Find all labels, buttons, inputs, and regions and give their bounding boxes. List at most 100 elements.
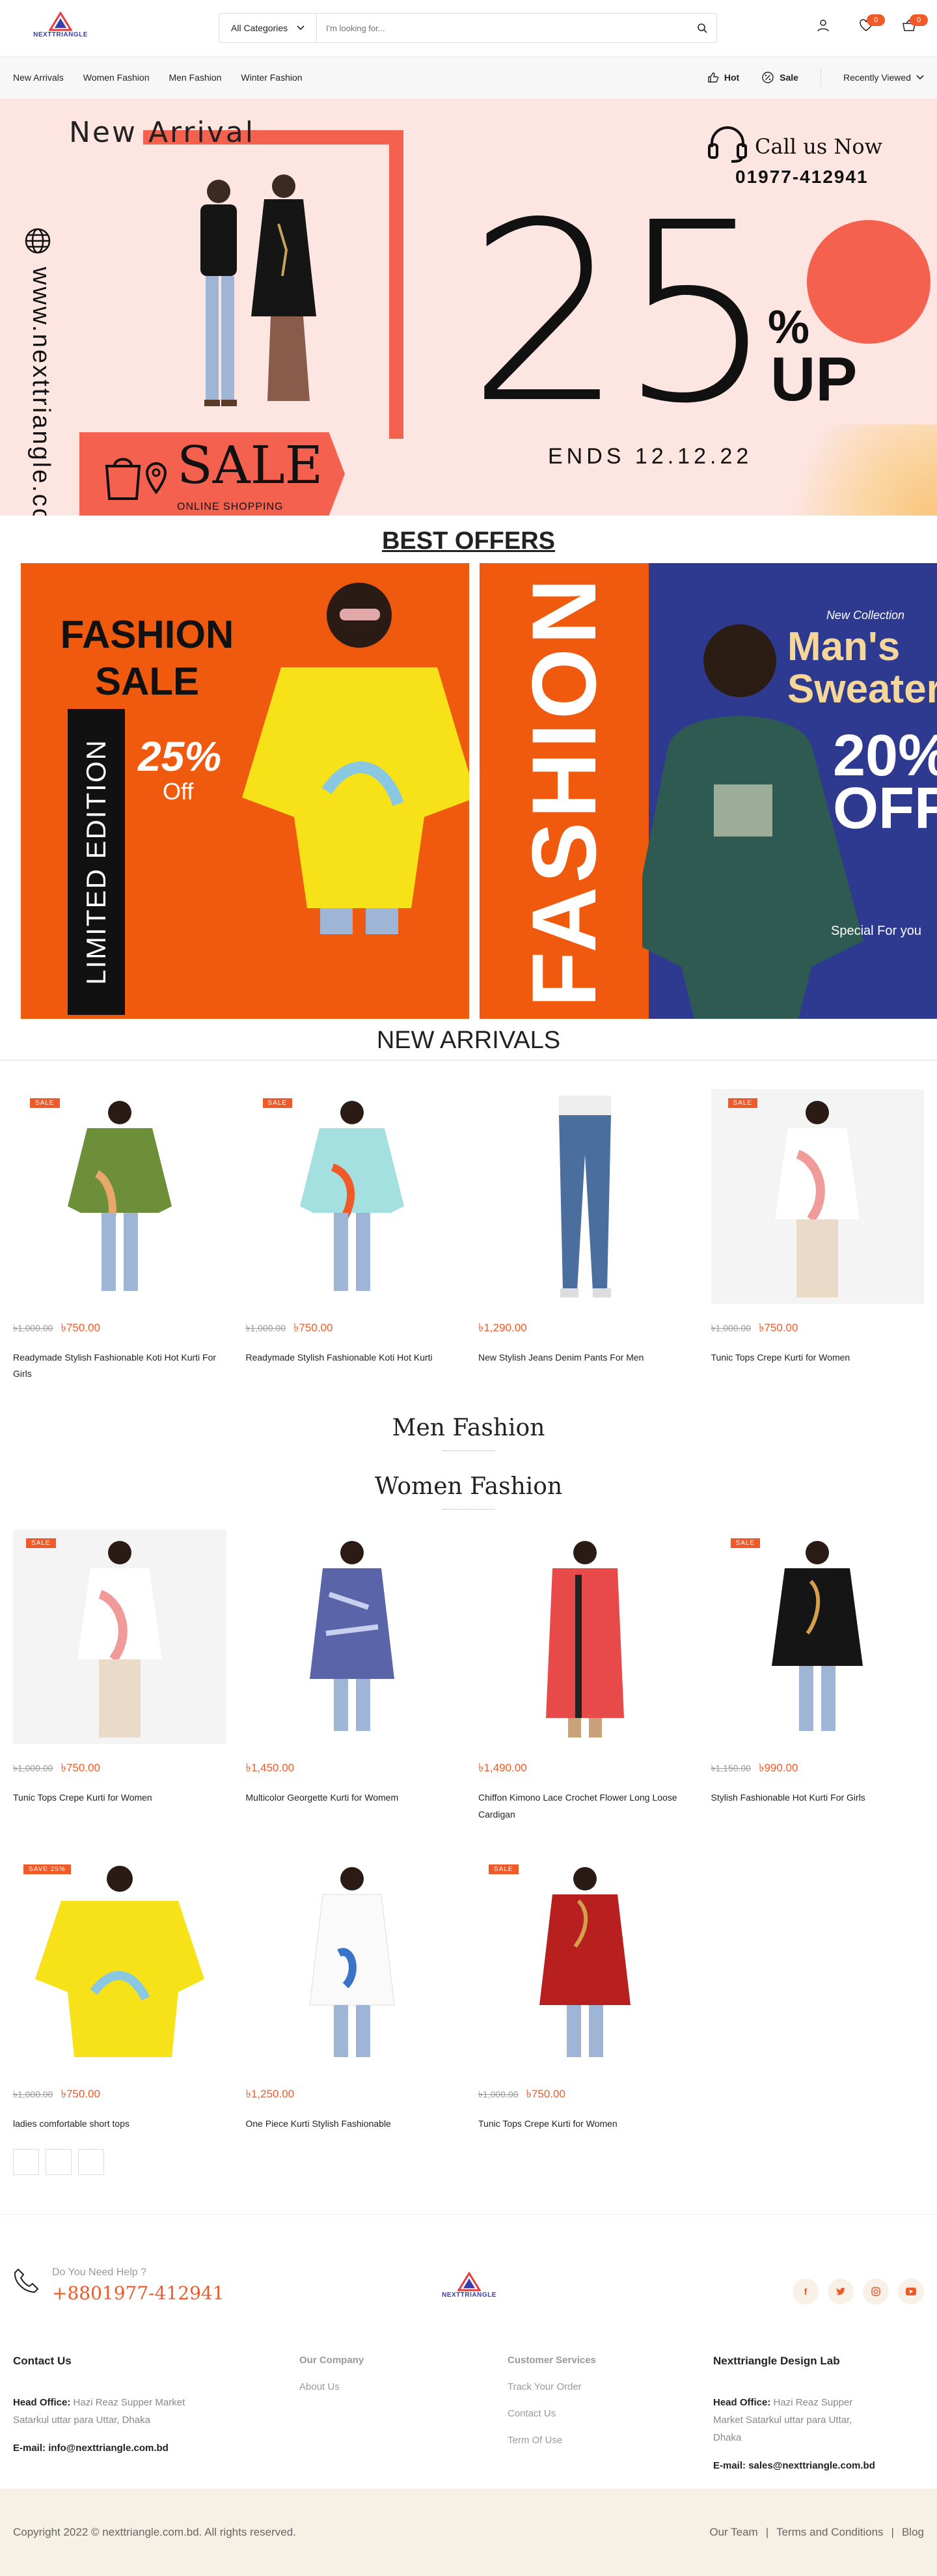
- instagram-icon[interactable]: [863, 2278, 889, 2305]
- product-image[interactable]: [246, 1529, 459, 1744]
- nav-item-women-fashion[interactable]: Women Fashion: [83, 72, 150, 83]
- hero-new-arrival: New Arrival: [69, 116, 255, 149]
- offer-banner-mens-sweater[interactable]: FASHION New Collection Man's Sweater 20%…: [480, 563, 937, 1019]
- twitter-icon[interactable]: [828, 2278, 854, 2305]
- product-name[interactable]: Tunic Tops Crepe Kurti for Women: [13, 1790, 226, 1806]
- help-phone[interactable]: +8801977-412941: [52, 2282, 224, 2304]
- recently-viewed-dropdown[interactable]: Recently Viewed: [843, 72, 924, 83]
- nav-hot-link[interactable]: Hot: [707, 72, 739, 83]
- new-arrivals-title: NEW ARRIVALS: [0, 1019, 937, 1060]
- pagination-button[interactable]: [13, 2148, 39, 2175]
- product-image[interactable]: SALE: [711, 1529, 925, 1744]
- product-card[interactable]: SALE ৳1,000.00 ৳750.00 Tunic Tops Crepe K…: [13, 1529, 226, 1822]
- footer-link-track[interactable]: Track Your Order: [508, 2381, 713, 2392]
- product-name[interactable]: One Piece Kurti Stylish Fashionable: [246, 2116, 459, 2132]
- footer-link-about[interactable]: About Us: [299, 2381, 508, 2392]
- youtube-icon[interactable]: [898, 2278, 924, 2305]
- product-name[interactable]: Chiffon Kimono Lace Crochet Flower Long …: [478, 1790, 692, 1822]
- pagination: [0, 2132, 937, 2175]
- product-image[interactable]: SALE: [711, 1089, 924, 1304]
- facebook-icon[interactable]: f: [793, 2278, 819, 2305]
- search-button[interactable]: [688, 14, 716, 42]
- nav-sale-link[interactable]: Sale: [761, 71, 798, 84]
- product-card[interactable]: SAVE 25% ৳1,000.00 ৳750.00 ladies comfort…: [13, 1855, 226, 2132]
- product-name[interactable]: Multicolor Georgette Kurti for Womem: [246, 1790, 459, 1806]
- product-image[interactable]: SALE: [13, 1089, 226, 1304]
- hero-sale-subtext: ONLINE SHOPPING: [177, 501, 284, 512]
- product-name[interactable]: New Stylish Jeans Denim Pants For Men: [478, 1350, 692, 1366]
- product-image[interactable]: SALE: [478, 1855, 692, 2070]
- footer-lab-office: Head Office: Hazi Reaz Supper Market Sat…: [713, 2394, 876, 2446]
- product-name[interactable]: ladies comfortable short tops: [13, 2116, 226, 2132]
- product-image[interactable]: [478, 1089, 692, 1304]
- search-input[interactable]: [317, 14, 688, 42]
- product-image[interactable]: SALE: [246, 1089, 459, 1304]
- product-image[interactable]: SALE: [13, 1529, 226, 1745]
- product-image[interactable]: SAVE 25%: [13, 1855, 226, 2070]
- hero-decor-blob: [768, 424, 937, 516]
- pagination-button[interactable]: [78, 2148, 104, 2175]
- category-select-label: All Categories: [231, 23, 288, 33]
- limited-edition-strip: LIMITED EDITION: [68, 709, 125, 1015]
- bottom-link-blog[interactable]: Blog: [902, 2526, 924, 2539]
- email-address[interactable]: sales@nexttriangle.com.bd: [748, 2460, 875, 2471]
- banner2-off: OFF: [833, 776, 937, 841]
- pagination-button[interactable]: [46, 2148, 72, 2175]
- link-separator: |: [765, 2526, 769, 2538]
- nav-item-men-fashion[interactable]: Men Fashion: [169, 72, 221, 83]
- cart-button[interactable]: 0: [901, 14, 928, 34]
- banner2-mans-text: Man's: [787, 624, 901, 669]
- nav-sale-label: Sale: [780, 72, 798, 83]
- product-card[interactable]: ৳1,250.00 One Piece Kurti Stylish Fashio…: [246, 1855, 459, 2132]
- product-card[interactable]: ৳1,450.00 Multicolor Georgette Kurti for…: [246, 1529, 459, 1822]
- banner2-left-panel: FASHION: [480, 563, 649, 1019]
- product-photo: [775, 1101, 860, 1297]
- bottom-link-terms[interactable]: Terms and Conditions: [776, 2526, 883, 2539]
- banner2-new-collection: New Collection: [826, 609, 904, 622]
- logo-text: NEXTTRIANGLE: [33, 31, 88, 38]
- product-card[interactable]: ৳1,290.00 New Stylish Jeans Denim Pants …: [478, 1089, 692, 1382]
- footer-link-contact[interactable]: Contact Us: [508, 2408, 713, 2419]
- globe-icon: [25, 228, 51, 254]
- new-arrivals-grid: SALE ৳1,000.00 ৳750.00 Readymade Stylish …: [0, 1060, 937, 1382]
- category-select[interactable]: All Categories: [219, 14, 317, 42]
- current-price: ৳1,250.00: [245, 2087, 295, 2100]
- men-fashion-title: Men Fashion: [392, 1415, 545, 1442]
- help-contact: Do You Need Help ? +8801977-412941: [13, 2267, 224, 2304]
- sale-badge: SALE: [262, 1098, 293, 1108]
- section-divider: [442, 1450, 495, 1452]
- sale-badge: SALE: [489, 1864, 519, 1874]
- wishlist-button[interactable]: 0: [858, 14, 885, 34]
- current-price: ৳1,490.00: [478, 1762, 527, 1775]
- email-address[interactable]: info@nexttriangle.com.bd: [48, 2443, 169, 2454]
- footer-link-terms[interactable]: Term Of Use: [508, 2435, 713, 2446]
- product-card[interactable]: SALE ৳1,000.00 ৳750.00 Tunic Tops Crepe K…: [478, 1855, 692, 2132]
- product-name[interactable]: Readymade Stylish Fashionable Koti Hot K…: [246, 1350, 459, 1366]
- offer-banner-fashion-sale[interactable]: FASHION SALE LIMITED EDITION 25% Off: [21, 563, 470, 1019]
- footer-columns: Contact Us Head Office: Hazi Reaz Supper…: [0, 2331, 937, 2514]
- hero-banner[interactable]: www.nexttriangle.com.bd New Arrival SALE…: [0, 99, 937, 516]
- account-button[interactable]: [815, 17, 832, 34]
- product-image[interactable]: [246, 1855, 459, 2070]
- product-card[interactable]: SALE ৳1,150.00 ৳990.00 Stylish Fashionabl…: [711, 1529, 925, 1822]
- old-price: ৳1,000.00: [245, 1323, 286, 1333]
- product-name[interactable]: Stylish Fashionable Hot Kurti For Girls: [711, 1790, 925, 1806]
- current-price: ৳750.00: [61, 2087, 100, 2100]
- product-name[interactable]: Tunic Tops Crepe Kurti for Women: [711, 1350, 925, 1366]
- product-card[interactable]: ৳1,490.00 Chiffon Kimono Lace Crochet Fl…: [478, 1529, 692, 1822]
- footer-logo[interactable]: NEXTTRIANGLE: [433, 2271, 505, 2299]
- product-name[interactable]: Tunic Tops Crepe Kurti for Women: [478, 2116, 692, 2132]
- bottom-link-team[interactable]: Our Team: [709, 2526, 757, 2539]
- product-card[interactable]: SALE ৳1,000.00 ৳750.00 Readymade Stylish …: [13, 1089, 226, 1382]
- product-image[interactable]: [478, 1529, 692, 1744]
- nav-item-new-arrivals[interactable]: New Arrivals: [13, 72, 64, 83]
- sale-badge: SALE: [730, 1538, 761, 1549]
- sale-badge: SAVE 25%: [23, 1864, 71, 1874]
- nav-item-winter-fashion[interactable]: Winter Fashion: [241, 72, 302, 83]
- office-label: Head Office:: [13, 2396, 71, 2408]
- site-logo[interactable]: NEXTTRIANGLE: [31, 12, 90, 44]
- product-card[interactable]: SALE ৳1,000.00 ৳750.00 Tunic Tops Crepe K…: [711, 1089, 925, 1382]
- product-name[interactable]: Readymade Stylish Fashionable Koti Hot K…: [13, 1350, 226, 1382]
- product-card[interactable]: SALE ৳1,000.00 ৳750.00 Readymade Stylish …: [246, 1089, 459, 1382]
- old-price: ৳1,000.00: [13, 1323, 53, 1333]
